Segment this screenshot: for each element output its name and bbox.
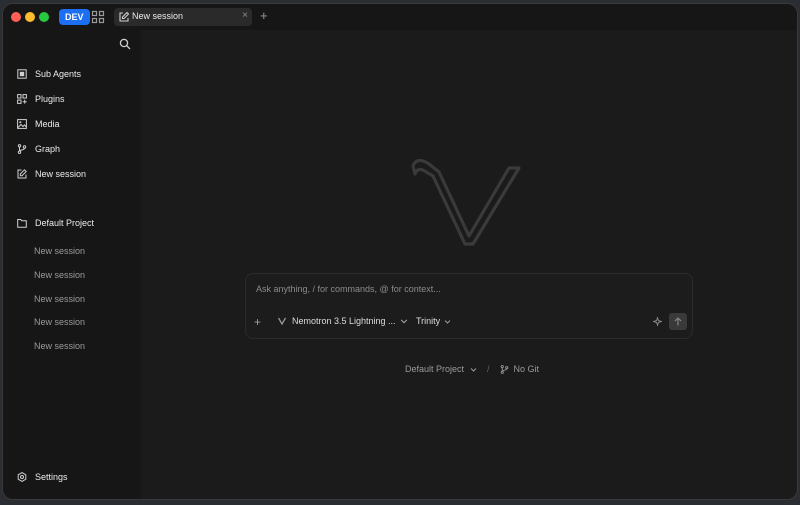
app-window: DEV New session × + Sub Agents Plugins M… (3, 4, 797, 499)
image-icon (17, 119, 27, 129)
sidebar: Sub Agents Plugins Media Graph New sessi… (3, 30, 141, 499)
search-icon[interactable] (119, 38, 131, 50)
tab-new-session[interactable]: New session × (114, 8, 252, 26)
sidebar-item-label: Graph (35, 144, 61, 154)
grid-plus-icon (17, 94, 27, 104)
chevron-down-icon (400, 319, 407, 324)
list-item[interactable]: New session (34, 270, 85, 280)
square-icon (17, 69, 27, 79)
gear-icon (17, 472, 27, 482)
chevron-down-icon (444, 319, 451, 324)
title-bar: DEV New session × + (3, 4, 797, 30)
main-panel: + Nemotron 3.5 Lightning ... Trinity (141, 30, 797, 499)
list-item[interactable]: New session (34, 317, 85, 327)
chevron-down-icon[interactable] (470, 366, 477, 373)
sidebar-item-label: New session (35, 169, 87, 179)
sidebar-item-label: Media (35, 119, 60, 129)
model-label: Nemotron 3.5 Lightning ... (292, 316, 396, 326)
model-select[interactable]: Nemotron 3.5 Lightning ... (278, 316, 414, 326)
tab-label: New session (132, 11, 184, 21)
prompt-composer: + Nemotron 3.5 Lightning ... Trinity (245, 273, 693, 339)
prompt-input[interactable] (256, 282, 676, 296)
settings-button[interactable]: Settings (17, 472, 68, 482)
dev-badge: DEV (59, 9, 90, 25)
project-label: Default Project (35, 218, 95, 228)
sidebar-item-new-session[interactable]: New session (17, 166, 86, 182)
git-branch-icon (500, 364, 508, 374)
agent-label: Trinity (416, 316, 441, 326)
sidebar-item-media[interactable]: Media (17, 116, 60, 132)
maximize-window-button[interactable] (39, 12, 49, 22)
sidebar-item-label: Plugins (35, 94, 65, 104)
project-selector-label[interactable]: Default Project (405, 364, 464, 374)
app-logo (411, 158, 521, 246)
close-tab-icon[interactable]: × (242, 10, 248, 21)
list-item[interactable]: New session (34, 294, 85, 304)
settings-label: Settings (35, 472, 68, 482)
sidebar-item-sub-agents[interactable]: Sub Agents (17, 66, 81, 82)
branch-icon (17, 144, 27, 154)
edit-icon (119, 11, 130, 22)
minimize-window-button[interactable] (25, 12, 35, 22)
agent-select[interactable]: Trinity (416, 316, 451, 326)
list-item[interactable]: New session (34, 341, 85, 351)
folder-icon (17, 219, 27, 228)
list-item[interactable]: New session (34, 246, 85, 256)
grid-icon[interactable] (91, 10, 105, 24)
sidebar-item-graph[interactable]: Graph (17, 141, 60, 157)
close-window-button[interactable] (11, 12, 21, 22)
sidebar-item-plugins[interactable]: Plugins (17, 91, 65, 107)
model-logo-icon (278, 317, 286, 325)
add-attachment-button[interactable]: + (254, 316, 261, 328)
arrow-up-icon (674, 317, 682, 326)
sidebar-item-label: Sub Agents (35, 69, 82, 79)
send-button[interactable] (669, 313, 687, 330)
sparkle-icon[interactable] (653, 317, 662, 326)
breadcrumb-separator: / (487, 364, 490, 374)
project-status-bar: Default Project / No Git (405, 364, 539, 374)
edit-icon (17, 169, 27, 179)
git-status-label[interactable]: No Git (514, 364, 540, 374)
new-tab-button[interactable]: + (260, 9, 268, 23)
project-default[interactable]: Default Project (17, 215, 94, 231)
